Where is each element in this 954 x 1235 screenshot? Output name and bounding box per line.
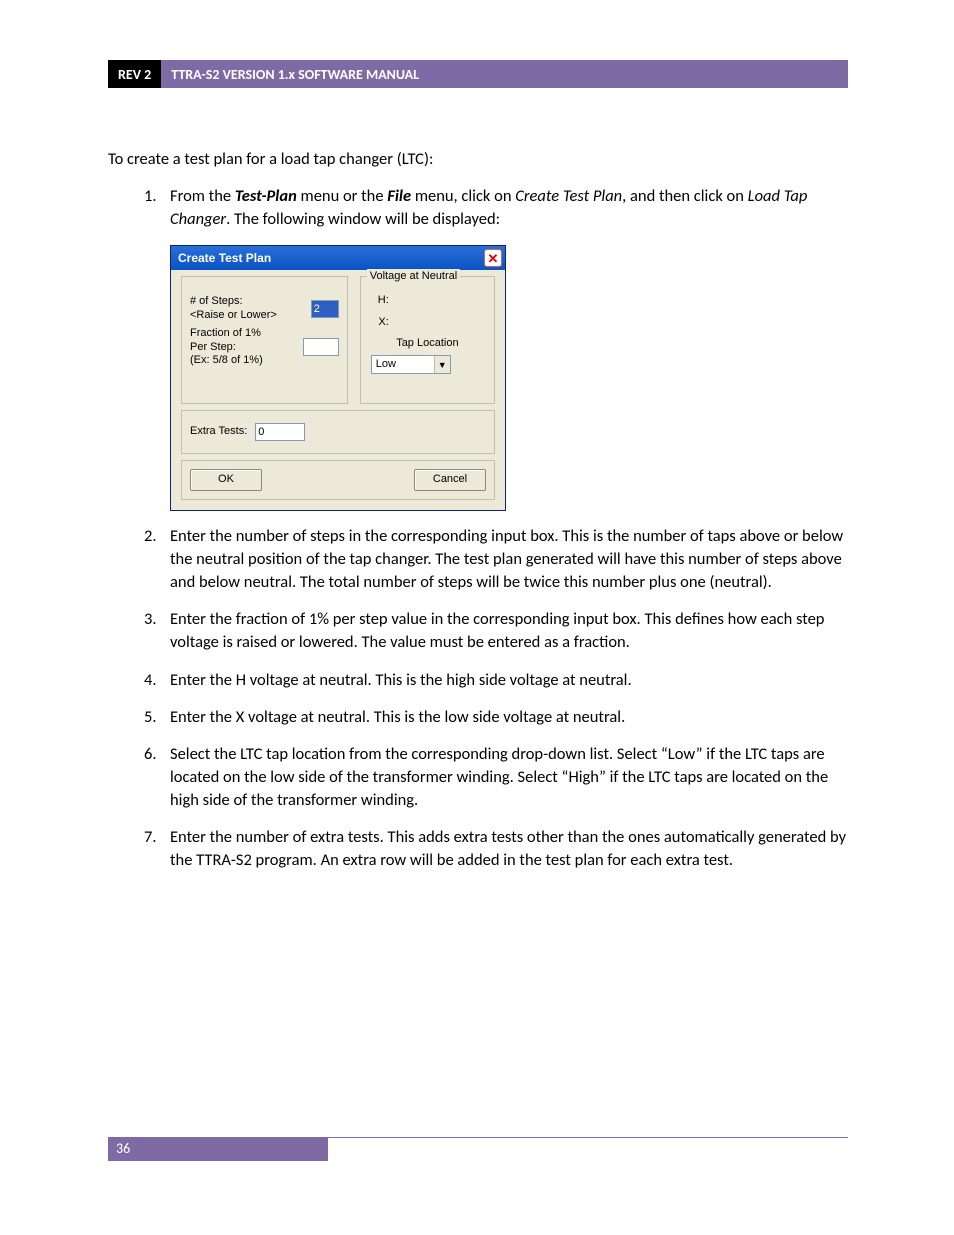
chevron-down-icon: ▼: [434, 356, 450, 373]
extra-tests-input[interactable]: [255, 423, 305, 441]
step-3: 3. Enter the fraction of 1% per step val…: [144, 608, 848, 654]
step-4: 4. Enter the H voltage at neutral. This …: [144, 669, 848, 692]
step-number: 6.: [144, 743, 170, 812]
fraction-input[interactable]: [303, 338, 339, 356]
text: menu, click on: [411, 186, 515, 206]
menu-ref: Test-Plan: [235, 186, 297, 206]
steps-input[interactable]: [311, 300, 339, 318]
h-label: H:: [371, 293, 389, 308]
text: menu or the: [297, 186, 388, 206]
step-body: Select the LTC tap location from the cor…: [170, 743, 848, 812]
steps-panel: # of Steps: <Raise or Lower> Fraction of…: [181, 276, 348, 404]
tap-location-select[interactable]: Low ▼: [371, 355, 451, 374]
step-body: Enter the number of extra tests. This ad…: [170, 826, 848, 872]
steps-label: # of Steps: <Raise or Lower>: [190, 295, 311, 323]
x-label: X:: [371, 315, 389, 330]
step-body: Enter the H voltage at neutral. This is …: [170, 669, 848, 692]
page-header: REV 2 TTRA-S2 VERSION 1.x SOFTWARE MANUA…: [108, 60, 848, 88]
page-footer: 36: [108, 1137, 848, 1161]
menu-ref: File: [387, 186, 411, 206]
tap-location-label: Tap Location: [371, 336, 484, 351]
close-button[interactable]: ✕: [484, 249, 502, 267]
extra-tests-label: Extra Tests:: [190, 424, 247, 439]
step-number: 4.: [144, 669, 170, 692]
close-icon: ✕: [488, 252, 499, 265]
intro-text: To create a test plan for a load tap cha…: [108, 148, 848, 171]
step-number: 7.: [144, 826, 170, 872]
create-test-plan-dialog: Create Test Plan ✕ # of Steps: <Raise or…: [170, 245, 506, 511]
extra-tests-panel: Extra Tests:: [181, 410, 495, 454]
step-number: 1.: [144, 185, 170, 231]
step-7: 7. Enter the number of extra tests. This…: [144, 826, 848, 872]
voltage-legend: Voltage at Neutral: [367, 269, 460, 284]
step-2: 2. Enter the number of steps in the corr…: [144, 525, 848, 594]
dialog-titlebar: Create Test Plan ✕: [171, 246, 505, 270]
page-content: To create a test plan for a load tap cha…: [108, 148, 848, 886]
text: , and then click on: [622, 186, 747, 206]
text: From the: [170, 186, 235, 206]
cancel-button[interactable]: Cancel: [414, 469, 486, 491]
tap-location-value: Low: [376, 357, 396, 372]
revision-badge: REV 2: [108, 60, 161, 88]
step-number: 3.: [144, 608, 170, 654]
text: . The following window will be displayed…: [226, 209, 500, 229]
page-number: 36: [108, 1138, 328, 1161]
step-1: 1. From the Test-Plan menu or the File m…: [144, 185, 848, 231]
step-body: Enter the fraction of 1% per step value …: [170, 608, 848, 654]
ok-button[interactable]: OK: [190, 469, 262, 491]
step-number: 2.: [144, 525, 170, 594]
step-6: 6. Select the LTC tap location from the …: [144, 743, 848, 812]
dialog-title: Create Test Plan: [178, 250, 271, 267]
step-number: 5.: [144, 706, 170, 729]
step-5: 5. Enter the X voltage at neutral. This …: [144, 706, 848, 729]
fraction-label: Fraction of 1% Per Step: (Ex: 5/8 of 1%): [190, 327, 303, 368]
voltage-neutral-group: Voltage at Neutral H: X: Tap Location Lo…: [360, 276, 495, 404]
step-body: Enter the X voltage at neutral. This is …: [170, 706, 848, 729]
action-ref: Create Test Plan: [515, 186, 622, 206]
manual-title: TTRA-S2 VERSION 1.x SOFTWARE MANUAL: [161, 60, 848, 88]
step-body: Enter the number of steps in the corresp…: [170, 525, 848, 594]
dialog-footer: OK Cancel: [181, 460, 495, 500]
step-body: From the Test-Plan menu or the File menu…: [170, 185, 848, 231]
